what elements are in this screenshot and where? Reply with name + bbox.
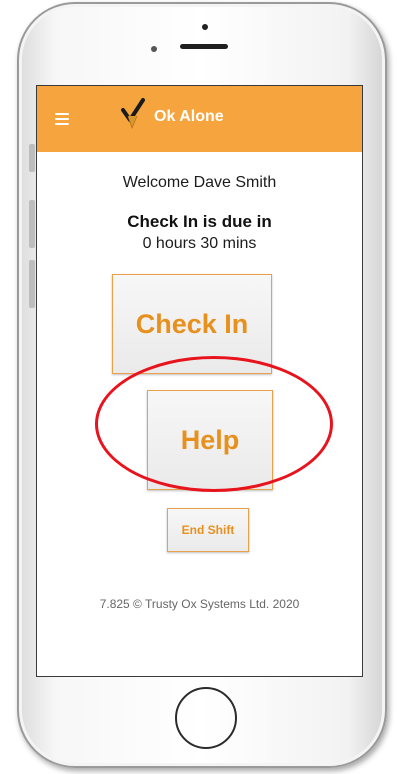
home-button[interactable] xyxy=(175,687,237,749)
phone-screen: Ok Alone Welcome Dave Smith Check In is … xyxy=(36,85,363,677)
app-bar: Ok Alone xyxy=(37,86,362,152)
volume-up-button xyxy=(29,200,35,248)
earpiece-speaker xyxy=(180,44,228,49)
volume-down-button xyxy=(29,260,35,308)
help-button[interactable]: Help xyxy=(147,390,273,490)
hamburger-menu-icon[interactable] xyxy=(55,113,69,125)
checkmark-logo-icon xyxy=(121,98,145,130)
welcome-message: Welcome Dave Smith xyxy=(122,174,277,191)
version-copyright-text: 7.825 © Trusty Ox Systems Ltd. 2020 xyxy=(99,597,300,611)
check-in-due-time: 0 hours 30 mins xyxy=(142,235,257,252)
check-in-due-label: Check In is due in xyxy=(127,212,272,231)
end-shift-button[interactable]: End Shift xyxy=(167,508,249,552)
front-camera-dot xyxy=(151,46,157,52)
front-sensor-dot xyxy=(202,24,208,30)
app-title: Ok Alone xyxy=(154,108,224,125)
check-in-button[interactable]: Check In xyxy=(112,274,272,374)
mute-switch xyxy=(29,144,35,172)
